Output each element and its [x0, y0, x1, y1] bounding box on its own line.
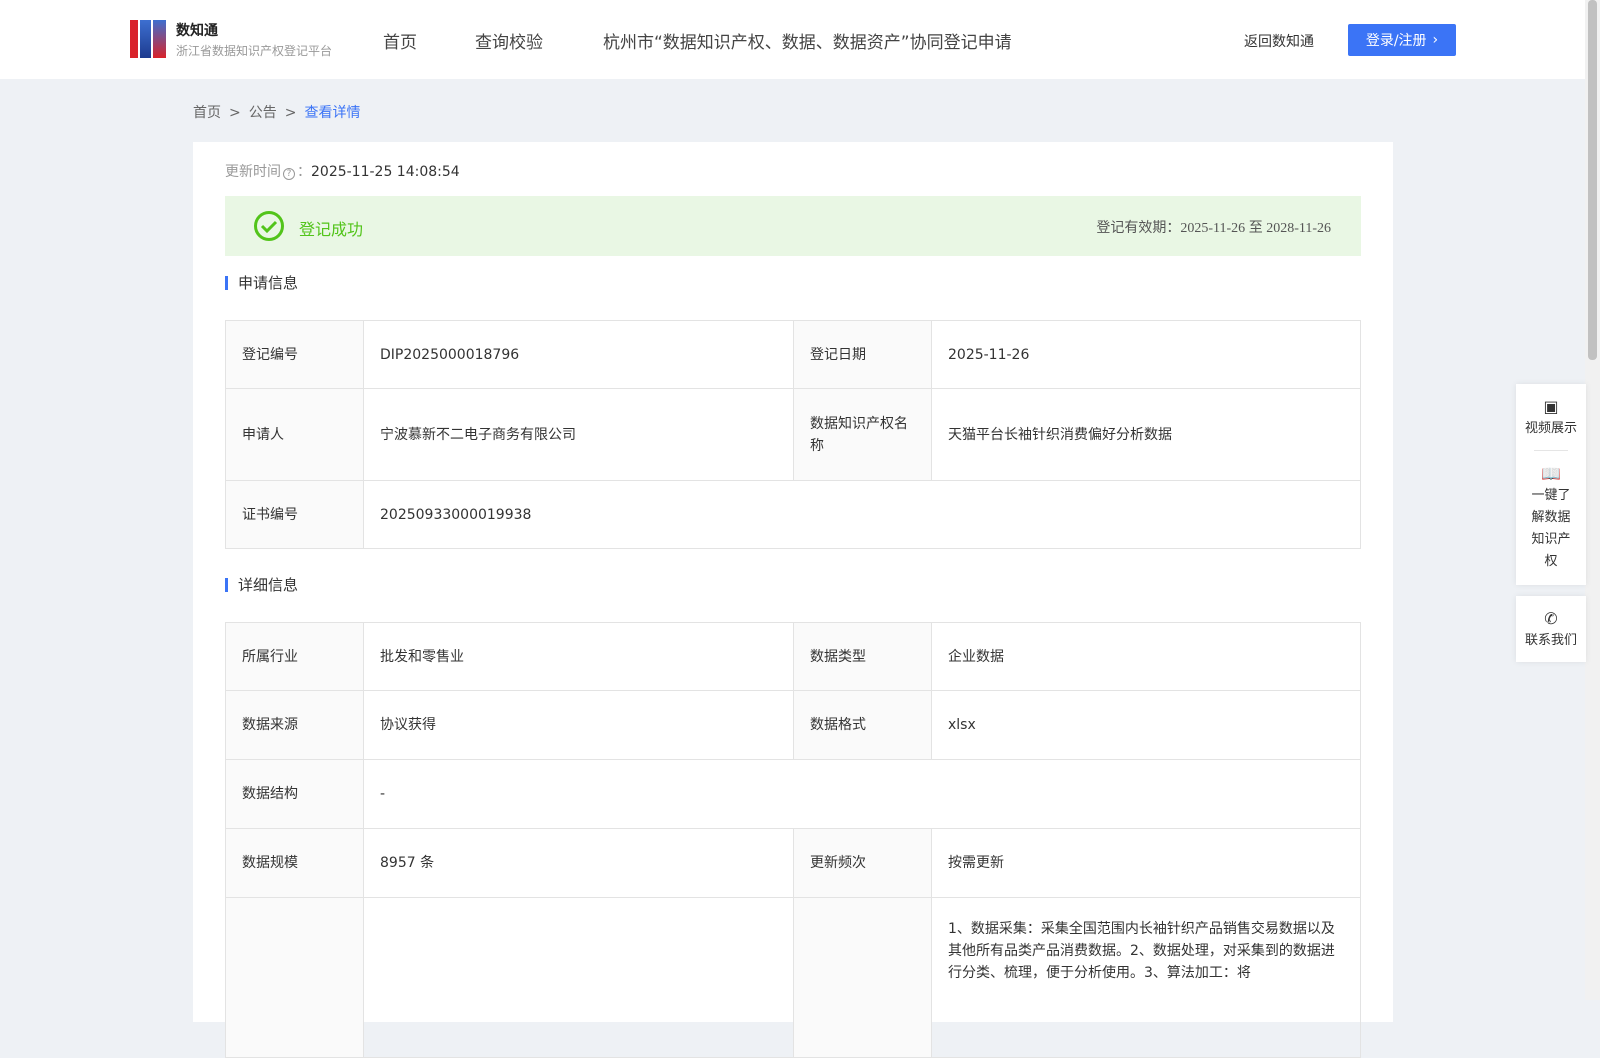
table-row: 证书编号 20250933000019938 — [225, 480, 1361, 549]
nav-query[interactable]: 查询校验 — [475, 28, 543, 53]
nav-hangzhou-apply[interactable]: 杭州市“数据知识产权、数据、数据资产”协同登记申请 — [603, 28, 1012, 53]
login-button[interactable]: 登录/注册 › — [1348, 24, 1456, 56]
cell-key: 登记编号 — [225, 320, 364, 389]
table-row: 登记编号 DIP2025000018796 登记日期 2025-11-26 — [225, 320, 1361, 389]
table-row: 申请人 宁波慕新不二电子商务有限公司 数据知识产权名称 天猫平台长袖针织消费偏好分析数… — [225, 388, 1361, 481]
cell-key — [225, 897, 364, 1058]
book-icon: 📖 — [1541, 464, 1561, 483]
cell-key: 证书编号 — [225, 480, 364, 549]
cell-key: 数据格式 — [793, 690, 932, 760]
check-circle-icon — [254, 211, 284, 241]
cell-value: 协议获得 — [363, 690, 794, 760]
detail-card: 更新时间? ：2025-11-25 14:08:54 登记成功 登记有效期：202… — [193, 142, 1393, 1058]
detail-info-table: 所属行业 批发和零售业 数据类型 企业数据 数据来源 协议获得 数据格式 xlsx 数据结构… — [225, 622, 1361, 1058]
contact-button[interactable]: ✆ 联系我们 — [1516, 596, 1586, 662]
section-title-apply: 申请信息 — [225, 276, 298, 291]
cell-key: 申请人 — [225, 388, 364, 481]
table-row: 数据来源 协议获得 数据格式 xlsx — [225, 690, 1361, 760]
scrollbar[interactable] — [1585, 0, 1600, 1000]
update-label: 更新时间 — [225, 164, 281, 180]
status-banner: 登记成功 登记有效期：2025-11-26 至 2028-11-26 — [225, 196, 1361, 256]
cell-key: 更新频次 — [793, 828, 932, 898]
brand-name: 数知通 — [176, 23, 218, 39]
cell-value: 8957 条 — [363, 828, 794, 898]
learn-label: 一键了解数据知识产权 — [1531, 488, 1571, 569]
cell-value — [363, 897, 794, 1058]
update-value: 2025-11-25 14:08:54 — [311, 164, 460, 180]
cell-value: 2025-11-26 — [931, 320, 1361, 389]
brand-subtitle: 浙江省数据知识产权登记平台 — [176, 44, 333, 58]
login-label: 登录/注册 — [1365, 33, 1427, 49]
cell-value: 批发和零售业 — [363, 622, 794, 691]
cell-key: 数据结构 — [225, 759, 364, 829]
cell-value: 按需更新 — [931, 828, 1361, 898]
side-panel: ▣ 视频展示 📖 一键了解数据知识产权 — [1516, 384, 1586, 585]
cell-value: 企业数据 — [931, 622, 1361, 691]
help-icon[interactable]: ? — [283, 168, 295, 180]
validity-period: 登记有效期：2025-11-26 至 2028-11-26 — [1096, 217, 1331, 237]
table-row: 1、数据采集：采集全国范围内长袖针织产品销售交易数据以及其他所有品类产品消费数据… — [225, 897, 1361, 1058]
cell-value: DIP2025000018796 — [363, 320, 794, 389]
cell-value: 1、数据采集：采集全国范围内长袖针织产品销售交易数据以及其他所有品类产品消费数据… — [931, 897, 1361, 1058]
cell-key: 数据知识产权名称 — [793, 388, 932, 481]
breadcrumb: 首页 > 公告 > 查看详情 — [193, 105, 361, 121]
breadcrumb-notice[interactable]: 公告 — [249, 105, 277, 121]
cell-value: - — [363, 759, 1361, 829]
validity-label: 登记有效期： — [1096, 221, 1181, 236]
cell-key: 所属行业 — [225, 622, 364, 691]
cell-value: 宁波慕新不二电子商务有限公司 — [363, 388, 794, 481]
cell-key: 登记日期 — [793, 320, 932, 389]
cell-key: 数据规模 — [225, 828, 364, 898]
table-row: 所属行业 批发和零售业 数据类型 企业数据 — [225, 622, 1361, 691]
film-icon: ▣ — [1543, 397, 1559, 416]
phone-icon: ✆ — [1544, 609, 1558, 628]
chevron-right-icon: › — [1432, 32, 1439, 48]
table-row: 数据结构 - — [225, 759, 1361, 829]
cell-key: 数据来源 — [225, 690, 364, 760]
status-text: 登记成功 — [299, 220, 364, 239]
validity-to: 至 — [1248, 221, 1263, 236]
learn-ip-button[interactable]: 📖 一键了解数据知识产权 — [1516, 451, 1586, 585]
cell-value: xlsx — [931, 690, 1361, 760]
back-link[interactable]: 返回数知通 — [1244, 31, 1314, 51]
nav-home[interactable]: 首页 — [383, 28, 417, 53]
cell-value: 天猫平台长袖针织消费偏好分析数据 — [931, 388, 1361, 481]
cell-key — [793, 897, 932, 1058]
cell-value: 20250933000019938 — [363, 480, 1361, 549]
video-label: 视频展示 — [1524, 421, 1577, 436]
video-button[interactable]: ▣ 视频展示 — [1516, 384, 1586, 450]
contact-panel: ✆ 联系我们 — [1516, 596, 1586, 662]
valid-to: 2028-11-26 — [1266, 221, 1331, 236]
breadcrumb-home[interactable]: 首页 — [193, 105, 221, 121]
table-row: 数据规模 8957 条更新频次 按需更新 — [225, 828, 1361, 898]
header: 数知通 浙江省数据知识产权登记平台 首页 查询校验 杭州市“数据知识产权、数据、… — [0, 0, 1585, 79]
apply-info-table: 登记编号 DIP2025000018796 登记日期 2025-11-26 申请人 宁波… — [225, 320, 1361, 549]
contact-label: 联系我们 — [1524, 633, 1577, 648]
scrollbar-thumb[interactable] — [1588, 0, 1597, 360]
section-title-detail: 详细信息 — [225, 578, 298, 593]
breadcrumb-current: 查看详情 — [304, 105, 361, 121]
logo[interactable] — [130, 20, 166, 58]
update-time: 更新时间? ：2025-11-25 14:08:54 — [225, 164, 460, 180]
cell-key: 数据类型 — [793, 622, 932, 691]
valid-from: 2025-11-26 — [1180, 221, 1246, 236]
